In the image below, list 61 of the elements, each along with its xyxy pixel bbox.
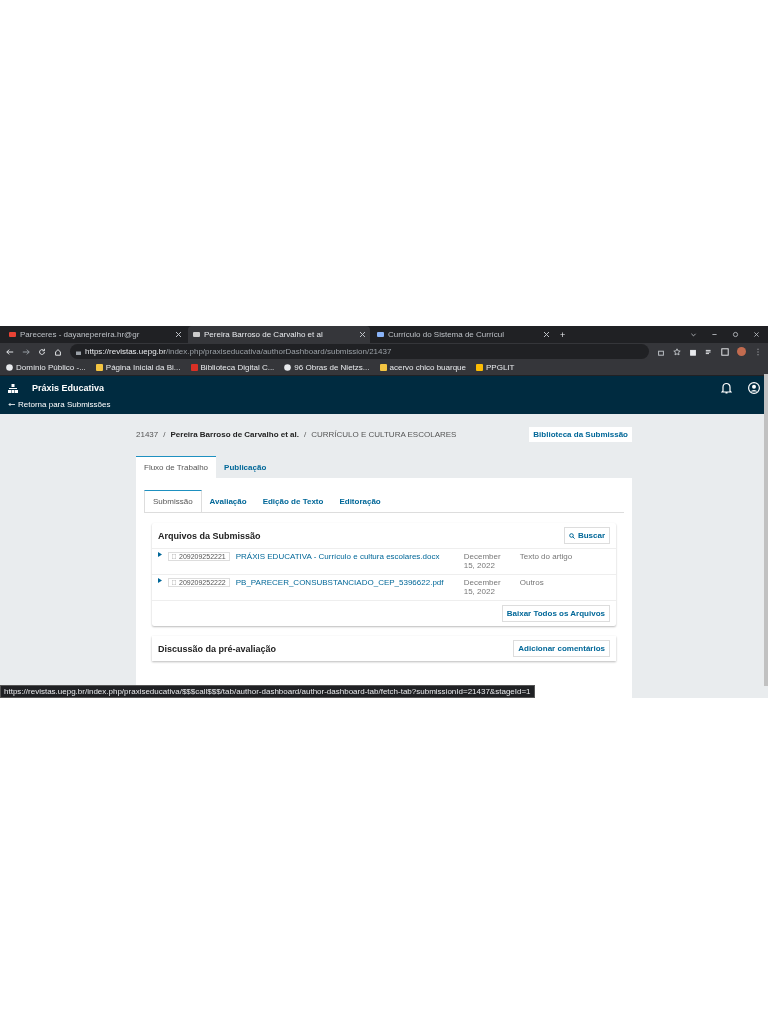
file-date: December 15, 2022 xyxy=(463,578,502,596)
home-icon[interactable] xyxy=(54,347,62,356)
close-icon[interactable] xyxy=(753,331,760,339)
separator: / xyxy=(304,429,307,439)
tab[interactable]: Editoração xyxy=(331,490,389,512)
separator: / xyxy=(163,429,166,439)
add-comments-button[interactable]: Adicionar comentários xyxy=(513,640,610,657)
submission-id: 21437 xyxy=(136,429,159,439)
status-url: https://revistas.uepg.br/index.php/praxiseducativa/$$$call$$$/tab/author-dashboard/author-dashboard-tab/fetch-tab?submissionId=21437&stageId=1 xyxy=(0,685,535,698)
close-icon[interactable] xyxy=(360,332,365,338)
address-bar[interactable]: https://revistas.uepg.br/index.php/praxiseducativa/authorDashboard/submission/21437 xyxy=(70,344,649,360)
star-icon[interactable] xyxy=(673,347,681,356)
maximize-icon[interactable] xyxy=(732,331,739,339)
close-icon[interactable] xyxy=(544,332,549,338)
download-all-button[interactable]: Baixar Todos os Arquivos xyxy=(501,605,610,622)
file-type: Texto do artigo xyxy=(519,552,573,561)
bookmark[interactable]: Domínio Público -... xyxy=(6,363,86,373)
bookmark[interactable]: PPGLIT xyxy=(476,363,515,373)
reload-icon[interactable] xyxy=(38,347,46,356)
panel-title: Discussão da pré-avaliação xyxy=(158,643,277,654)
author-name: Pereira Barroso de Carvalho et al. xyxy=(170,429,299,439)
submission-title: CURRÍCULO E CULTURA ESCOLARES xyxy=(311,429,457,439)
browser-tab[interactable]: Pereira Barroso de Carvalho et al xyxy=(188,326,370,344)
bookmark[interactable]: Página Inicial da Bi... xyxy=(95,363,181,373)
file-date: December 15, 2022 xyxy=(463,552,502,570)
back-icon[interactable] xyxy=(6,347,14,356)
tab[interactable]: Fluxo de Trabalho xyxy=(136,456,217,478)
library-button[interactable]: Biblioteca da Submissão xyxy=(529,426,632,442)
expand-icon[interactable] xyxy=(158,552,162,557)
chevron-down-icon[interactable] xyxy=(690,331,697,339)
tab[interactable]: Publicação xyxy=(216,456,275,478)
bookmark[interactable]: 96 Obras de Nietzs... xyxy=(284,363,370,373)
bookmark[interactable]: acervo chico buarque xyxy=(379,363,466,373)
search-icon xyxy=(568,532,575,539)
file-type: Outros xyxy=(519,578,544,587)
panel-title: Arquivos da Submissão xyxy=(158,530,261,541)
tab[interactable]: Avaliação xyxy=(201,490,255,512)
search-button[interactable]: Buscar xyxy=(563,527,610,544)
bookmark[interactable]: Biblioteca Digital C... xyxy=(190,363,275,373)
browser-tab[interactable]: Currículo do Sistema de Currícul xyxy=(372,326,554,344)
tab[interactable]: Edição de Texto xyxy=(254,490,332,512)
user-icon[interactable] xyxy=(748,382,760,395)
bell-icon[interactable] xyxy=(721,382,732,395)
globe-icon xyxy=(6,364,13,372)
playlist-icon[interactable] xyxy=(705,347,713,356)
new-tab-button[interactable]: + xyxy=(560,329,566,340)
file-link[interactable]: PB_PARECER_CONSUBSTANCIADO_CEP_5396622.pdf xyxy=(235,578,458,587)
forward-icon[interactable] xyxy=(22,347,30,356)
sidebar-icon[interactable] xyxy=(721,347,729,356)
back-link[interactable]: Retorna para Submissões xyxy=(0,400,768,410)
scrollbar[interactable] xyxy=(764,374,768,686)
file-link[interactable]: PRÁXIS EDUCATIVA - Currículo e cultura escolares.docx xyxy=(235,552,458,561)
journal-title[interactable]: Práxis Educativa xyxy=(32,383,105,394)
browser-tab[interactable]: Pareceres - dayanepereira.hr@gr xyxy=(4,326,186,344)
avatar-icon[interactable] xyxy=(737,347,746,357)
close-icon[interactable] xyxy=(176,332,181,338)
sitemap-icon[interactable] xyxy=(8,383,18,393)
arrow-left-icon xyxy=(8,402,15,408)
expand-icon[interactable] xyxy=(158,578,162,583)
tab[interactable]: Submissão xyxy=(144,490,202,512)
globe-icon xyxy=(284,364,292,372)
